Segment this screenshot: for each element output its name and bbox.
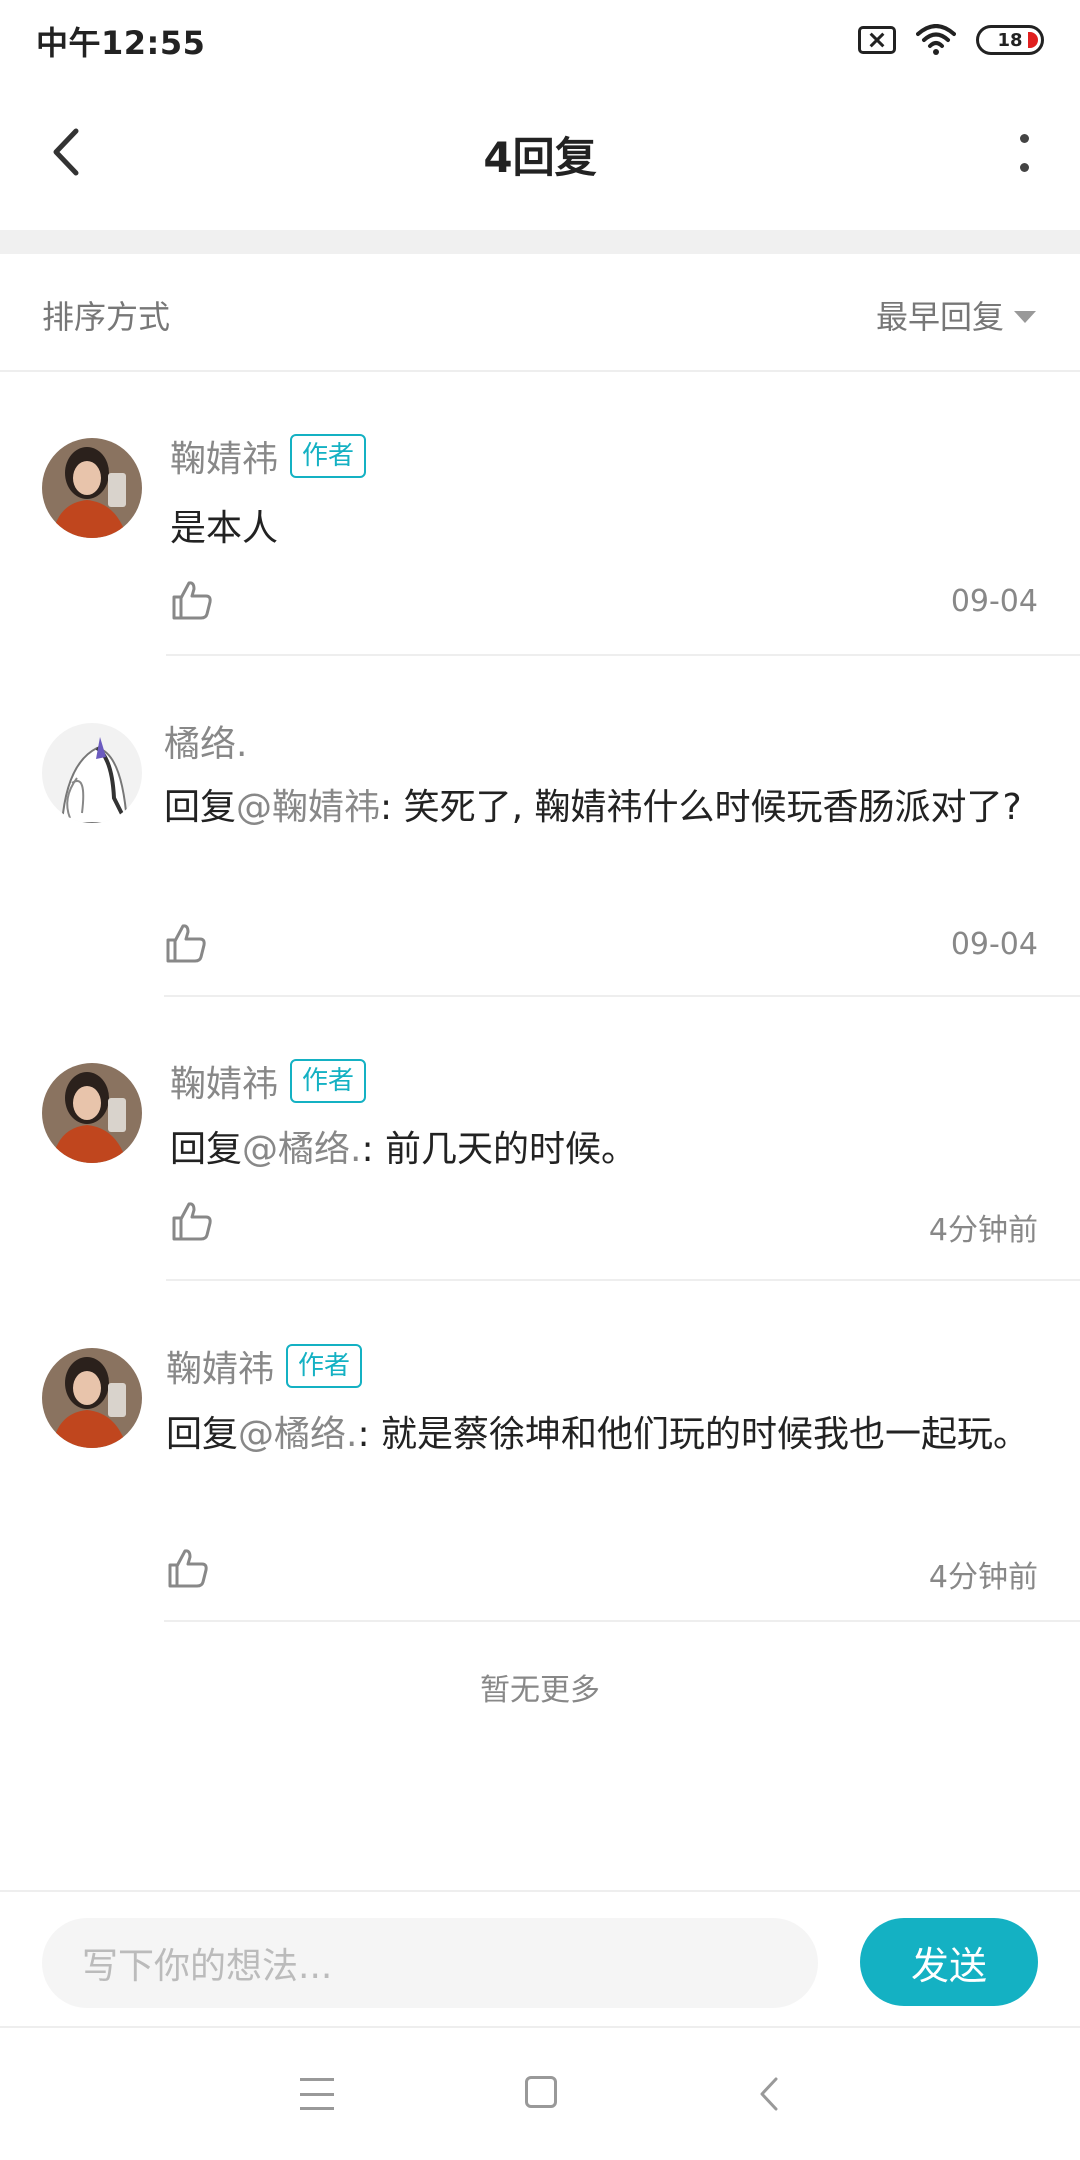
mention-link[interactable]: @橘络. xyxy=(238,1414,357,1455)
more-options-button[interactable] xyxy=(1014,128,1034,178)
reply-input[interactable]: 写下你的想法... xyxy=(42,1918,818,2008)
no-more-label: 暂无更多 xyxy=(480,1673,600,1708)
avatar-image xyxy=(42,1348,142,1448)
comment-username[interactable]: 鞠婧祎 xyxy=(166,1340,274,1392)
author-badge: 作者 xyxy=(286,1344,363,1388)
wifi-icon xyxy=(916,24,956,55)
status-icons: 18 xyxy=(858,20,1044,60)
sort-label: 排序方式 xyxy=(42,298,171,336)
header-divider-band xyxy=(0,230,1080,254)
battery-level: 18 xyxy=(997,29,1023,51)
reply-prefix: 回复 xyxy=(166,1414,239,1455)
sort-bar: 排序方式 最早回复 xyxy=(0,254,1080,372)
reply-prefix: 回复 xyxy=(170,1129,243,1170)
comment-username[interactable]: 鞠婧祎 xyxy=(170,430,278,482)
reply-prefix: 回复 xyxy=(164,787,237,828)
avatar[interactable] xyxy=(42,1063,142,1163)
comment-username-row: 鞠婧祎 作者 xyxy=(170,1055,367,1107)
status-bar: 中午12:55 18 xyxy=(0,0,1080,78)
comment-text: 回复@橘络.: 就是蔡徐坤和他们玩的时候我也一起玩。 xyxy=(166,1406,1080,1464)
author-badge: 作者 xyxy=(290,434,367,478)
comment-body: : 前几天的时候。 xyxy=(361,1129,638,1170)
comment-item: 鞠婧祎 作者 回复@橘络.: 前几天的时候。 4分钟前 xyxy=(0,997,1080,1282)
send-button[interactable]: 发送 xyxy=(860,1918,1038,2006)
divider xyxy=(166,1279,1080,1281)
recent-apps-icon[interactable] xyxy=(300,2078,334,2110)
avatar[interactable] xyxy=(42,1348,142,1448)
author-badge: 作者 xyxy=(290,1059,367,1103)
thumbs-up-icon[interactable] xyxy=(164,921,208,965)
comment-text: 是本人 xyxy=(170,500,1080,558)
sort-value: 最早回复 xyxy=(875,298,1004,336)
comment-username-row: 鞠婧祎 作者 xyxy=(170,430,367,482)
thumbs-up-icon[interactable] xyxy=(170,578,214,622)
comment-item: 橘络. 回复@鞠婧祎: 笑死了, 鞠婧祎什么时候玩香肠派对了? 09-04 xyxy=(0,657,1080,997)
avatar[interactable] xyxy=(42,723,142,823)
comment-timestamp: 4分钟前 xyxy=(928,1560,1038,1595)
comment-username[interactable]: 橘络. xyxy=(164,715,247,767)
avatar-image xyxy=(42,438,142,538)
more-dot-icon xyxy=(1019,163,1029,172)
no-sim-icon xyxy=(858,26,896,54)
avatar-image xyxy=(42,1063,142,1163)
comment-timestamp: 09-04 xyxy=(950,927,1038,962)
comment-username[interactable]: 鞠婧祎 xyxy=(170,1055,278,1107)
avatar-image xyxy=(42,723,142,823)
status-time: 中午12:55 xyxy=(36,24,206,62)
page-title: 4回复 xyxy=(483,133,597,182)
comment-username-row: 橘络. xyxy=(164,715,247,767)
reply-input-bar: 写下你的想法... 发送 xyxy=(0,1890,1080,2028)
comment-body: 是本人 xyxy=(170,508,279,549)
system-nav-bar xyxy=(0,2030,1080,2160)
comment-item: 鞠婧祎 作者 是本人 09-04 xyxy=(0,372,1080,657)
comment-text: 回复@鞠婧祎: 笑死了, 鞠婧祎什么时候玩香肠派对了? xyxy=(164,779,1080,837)
more-dot-icon xyxy=(1019,134,1029,143)
comment-body: : 笑死了, 鞠婧祎什么时候玩香肠派对了? xyxy=(380,787,1022,828)
mention-link[interactable]: @橘络. xyxy=(242,1129,361,1170)
caret-down-icon xyxy=(1014,311,1036,323)
sort-dropdown[interactable]: 最早回复 xyxy=(876,292,1036,338)
thumbs-up-icon[interactable] xyxy=(166,1546,210,1590)
comment-timestamp: 4分钟前 xyxy=(928,1213,1038,1248)
divider xyxy=(164,1620,1080,1622)
nav-back-icon[interactable] xyxy=(754,2076,784,2112)
comment-body: : 就是蔡徐坤和他们玩的时候我也一起玩。 xyxy=(357,1414,1030,1455)
thumbs-up-icon[interactable] xyxy=(170,1199,214,1243)
comment-username-row: 鞠婧祎 作者 xyxy=(166,1340,363,1392)
battery-icon: 18 xyxy=(976,25,1044,55)
comment-timestamp: 09-04 xyxy=(950,584,1038,619)
comment-text: 回复@橘络.: 前几天的时候。 xyxy=(170,1121,1080,1179)
comment-item: 鞠婧祎 作者 回复@橘络.: 就是蔡徐坤和他们玩的时候我也一起玩。 4分钟前 xyxy=(0,1282,1080,1622)
avatar[interactable] xyxy=(42,438,142,538)
header: 4回复 xyxy=(0,78,1080,230)
mention-link[interactable]: @鞠婧祎 xyxy=(236,787,380,828)
divider xyxy=(166,654,1080,656)
home-icon[interactable] xyxy=(525,2076,557,2108)
